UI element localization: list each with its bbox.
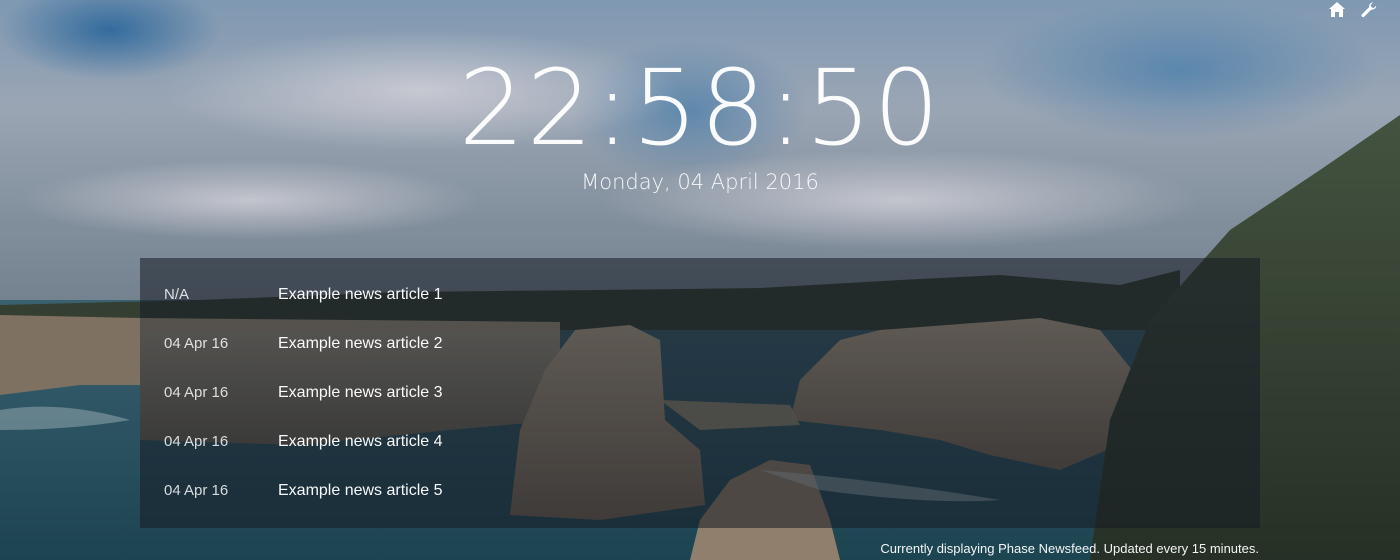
news-item[interactable]: 04 Apr 16 Example news article 4 — [140, 417, 1260, 466]
wrench-icon[interactable] — [1358, 0, 1380, 18]
home-icon[interactable] — [1326, 0, 1348, 18]
news-item-date: 04 Apr 16 — [164, 384, 229, 401]
news-item[interactable]: 04 Apr 16 Example news article 3 — [140, 368, 1260, 417]
news-item[interactable]: 04 Apr 16 Example news article 2 — [140, 319, 1260, 368]
news-item-title[interactable]: Example news article 2 — [278, 335, 443, 353]
toolbar — [1326, 0, 1380, 18]
news-item-date: 04 Apr 16 — [164, 482, 229, 499]
feed-status-text: Currently displaying Phase Newsfeed. Upd… — [880, 541, 1259, 556]
clock-date: Monday, 04 April 2016 — [581, 170, 819, 194]
news-item-date: 04 Apr 16 — [164, 335, 229, 352]
news-item[interactable]: N/A Example news article 1 — [140, 270, 1260, 319]
new-tab-screen: 22:58:50 Monday, 04 April 2016 N/A Examp… — [0, 0, 1400, 560]
news-item-title[interactable]: Example news article 5 — [278, 482, 443, 500]
news-item-title[interactable]: Example news article 4 — [278, 433, 443, 451]
news-item-date: N/A — [164, 286, 190, 303]
news-item-date: 04 Apr 16 — [164, 433, 229, 450]
news-item[interactable]: 04 Apr 16 Example news article 5 — [140, 466, 1260, 515]
clock-time: 22:58:50 — [458, 47, 942, 169]
news-item-title[interactable]: Example news article 3 — [278, 384, 443, 402]
news-feed-panel: N/A Example news article 1 04 Apr 16 Exa… — [140, 258, 1260, 528]
news-item-title[interactable]: Example news article 1 — [278, 286, 443, 304]
